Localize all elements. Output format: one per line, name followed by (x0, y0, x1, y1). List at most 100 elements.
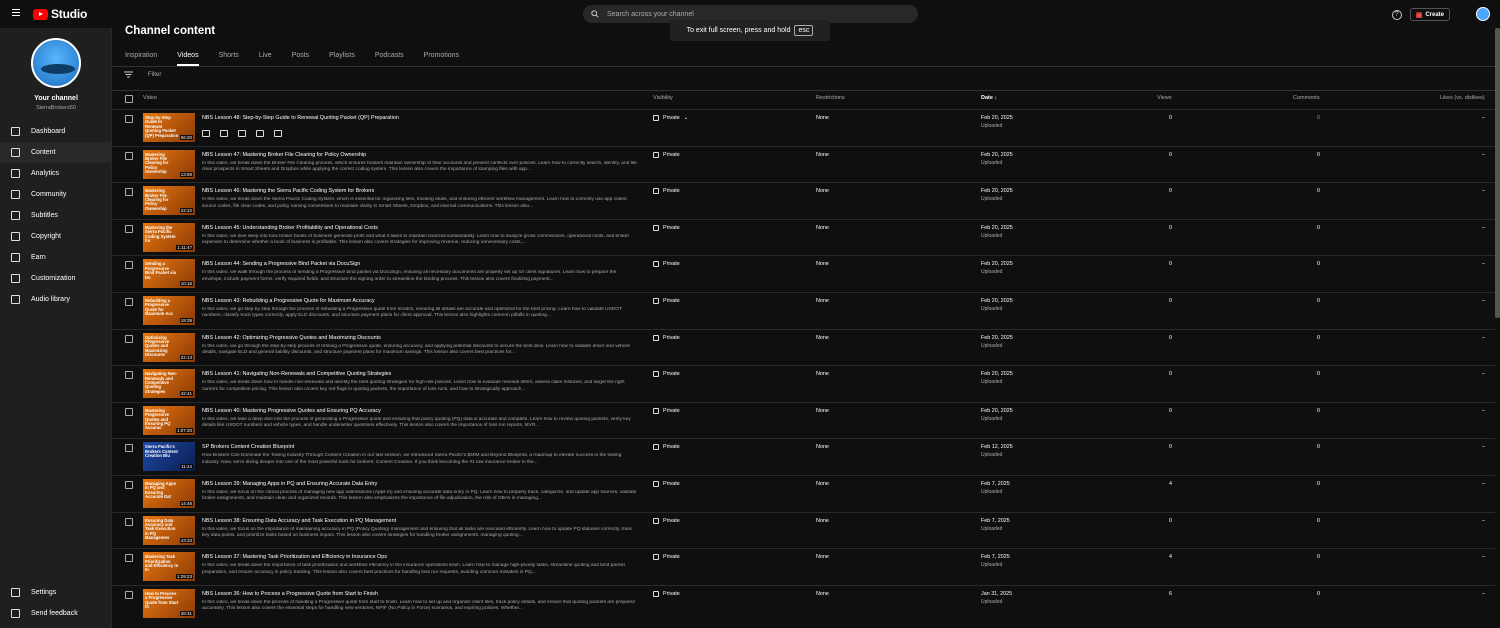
table-row[interactable]: Sierra Pacific's Brokers Content Creatio… (112, 438, 1495, 475)
create-button[interactable]: ▣ Create (1409, 8, 1450, 21)
sidebar-item-copyright[interactable]: Copyright (0, 226, 112, 247)
col-likes[interactable]: Likes (vs. dislikes) (1440, 95, 1485, 101)
sidebar-item-audio-library[interactable]: Audio library (0, 289, 112, 310)
visibility-cell[interactable]: Private (653, 554, 680, 561)
visibility-cell[interactable]: Private (653, 188, 680, 195)
visibility-cell[interactable]: Private (653, 407, 680, 414)
row-checkbox[interactable] (125, 224, 133, 233)
studio-logo[interactable]: Studio (33, 7, 87, 21)
video-title[interactable]: NBS Lesson 43: Rebuilding a Progressive … (202, 298, 375, 304)
row-checkbox[interactable] (125, 334, 133, 343)
tab-inspiration[interactable]: Inspiration (125, 52, 157, 66)
table-row[interactable]: Rebuilding a Progressive Quote for Maxim… (112, 291, 1495, 329)
video-title[interactable]: NBS Lesson 37: Mastering Task Prioritiza… (202, 554, 387, 560)
table-row[interactable]: Mastering Progressive Quotes and Ensurin… (112, 401, 1495, 439)
row-checkbox[interactable] (125, 371, 133, 380)
tab-podcasts[interactable]: Podcasts (375, 52, 404, 66)
visibility-cell[interactable]: Private (653, 371, 680, 378)
sidebar-item-content[interactable]: Content (0, 142, 112, 163)
analytics-icon[interactable] (220, 130, 228, 137)
tab-playlists[interactable]: Playlists (329, 52, 355, 66)
col-restrictions[interactable]: Restrictions (816, 95, 845, 101)
row-checkbox[interactable] (125, 188, 133, 197)
video-thumbnail[interactable]: Ensuring Data Accuracy and Task Executio… (143, 515, 195, 545)
comments-icon[interactable] (238, 130, 246, 137)
video-title[interactable]: SP Brokers Content Creation Blueprint (202, 444, 294, 450)
filter-icon[interactable] (124, 71, 133, 78)
row-checkbox[interactable] (125, 115, 133, 123)
video-title[interactable]: NBS Lesson 45: Understanding Broker Prof… (202, 225, 378, 231)
video-thumbnail[interactable]: Step-by-Step Guide to Renewal Quoting Pa… (143, 113, 195, 142)
sidebar-item-subtitles[interactable]: Subtitles (0, 205, 112, 226)
sidebar-item-earn[interactable]: Earn (0, 247, 112, 268)
video-title[interactable]: NBS Lesson 38: Ensuring Data Accuracy an… (202, 518, 396, 524)
channel-avatar[interactable] (31, 38, 81, 88)
video-title[interactable]: NBS Lesson 39: Managing Apps in PQ and E… (202, 481, 377, 487)
sidebar-item-dashboard[interactable]: Dashboard (0, 121, 112, 142)
visibility-cell[interactable]: Private (653, 261, 680, 268)
table-row[interactable]: Mastering Task Prioritization and Effici… (112, 548, 1495, 585)
account-avatar[interactable] (1476, 7, 1490, 21)
col-visibility[interactable]: Visibility (653, 95, 673, 101)
youtube-view-icon[interactable] (256, 130, 264, 137)
table-row[interactable]: Mastering the Sierra Pacific Coding Syst… (112, 218, 1495, 256)
chevron-down-icon[interactable]: ⌄ (684, 115, 689, 121)
visibility-cell[interactable]: Private (653, 590, 680, 597)
video-thumbnail[interactable]: Sending a Progressive Bind Packet via Do… (143, 259, 195, 289)
table-row[interactable]: Optimizing Progressive Quotes and Maximi… (112, 328, 1495, 366)
col-date[interactable]: Date ↓ (981, 95, 997, 101)
tab-videos[interactable]: Videos (177, 52, 199, 66)
tab-promotions[interactable]: Promotions (424, 52, 459, 66)
row-checkbox[interactable] (125, 554, 133, 563)
visibility-cell[interactable]: Private (653, 334, 680, 341)
visibility-cell[interactable]: Private ⌄ (653, 115, 688, 121)
row-checkbox[interactable] (125, 297, 133, 306)
video-title[interactable]: NBS Lesson 36: How to Process a Progress… (202, 591, 378, 597)
table-row[interactable]: Ensuring Data Accuracy and Task Executio… (112, 511, 1495, 549)
col-views[interactable]: Views (1157, 95, 1172, 101)
more-options-icon[interactable] (274, 130, 282, 137)
help-icon[interactable]: ? (1391, 9, 1402, 20)
filter-bar[interactable]: Filter (124, 71, 161, 78)
tab-shorts[interactable]: Shorts (219, 52, 239, 66)
table-row[interactable]: How to Process a Progressive Quote from … (112, 584, 1495, 622)
table-row[interactable]: Step-by-Step Guide to Renewal Quoting Pa… (112, 109, 1495, 146)
video-thumbnail[interactable]: Sierra Pacific's Brokers Content Creatio… (143, 442, 195, 472)
video-title[interactable]: NBS Lesson 42: Optimizing Progressive Qu… (202, 335, 381, 341)
table-row[interactable]: Managing Apps in PQ and Ensuring Accurat… (112, 474, 1495, 512)
video-thumbnail[interactable]: Rebuilding a Progressive Quote for Maxim… (143, 295, 195, 325)
sidebar-item-community[interactable]: Community (0, 184, 112, 205)
sidebar-item-settings[interactable]: Settings (0, 582, 112, 603)
tab-posts[interactable]: Posts (292, 52, 310, 66)
video-thumbnail[interactable]: Managing Apps in PQ and Ensuring Accurat… (143, 478, 195, 508)
sidebar-item-analytics[interactable]: Analytics (0, 163, 112, 184)
video-thumbnail[interactable]: Navigating Non-Renewals and Competitive … (143, 369, 195, 399)
row-checkbox[interactable] (125, 590, 133, 599)
video-title[interactable]: NBS Lesson 47: Mastering Broker File Cle… (202, 152, 366, 158)
scrollbar[interactable] (1495, 28, 1500, 318)
visibility-cell[interactable]: Private (653, 444, 680, 451)
visibility-cell[interactable]: Private (653, 517, 680, 524)
row-checkbox[interactable] (125, 480, 133, 489)
sidebar-item-send-feedback[interactable]: Send feedback (0, 603, 112, 624)
row-checkbox[interactable] (125, 517, 133, 526)
hamburger-menu-icon[interactable] (12, 9, 20, 18)
video-thumbnail[interactable]: Mastering Task Prioritization and Effici… (143, 552, 195, 582)
visibility-cell[interactable]: Private (653, 224, 680, 231)
row-checkbox[interactable] (125, 444, 133, 453)
row-checkbox[interactable] (125, 151, 133, 160)
select-all-checkbox[interactable] (125, 95, 133, 103)
visibility-cell[interactable]: Private (653, 151, 680, 158)
video-thumbnail[interactable]: How to Process a Progressive Quote from … (143, 588, 195, 618)
row-checkbox[interactable] (125, 261, 133, 270)
col-video[interactable]: Video (143, 95, 157, 101)
search-input[interactable]: Search across your channel (607, 11, 694, 18)
edit-icon[interactable] (202, 130, 210, 137)
filter-input[interactable]: Filter (148, 72, 161, 78)
row-checkbox[interactable] (125, 407, 133, 416)
table-row[interactable]: Sending a Progressive Bind Packet via Do… (112, 255, 1495, 292)
video-title[interactable]: NBS Lesson 41: Navigating Non-Renewals a… (202, 371, 391, 377)
video-thumbnail[interactable]: Mastering the Sierra Pacific Coding Syst… (143, 222, 195, 252)
video-thumbnail[interactable]: Mastering Progressive Quotes and Ensurin… (143, 405, 195, 435)
sidebar-item-customization[interactable]: Customization (0, 268, 112, 289)
